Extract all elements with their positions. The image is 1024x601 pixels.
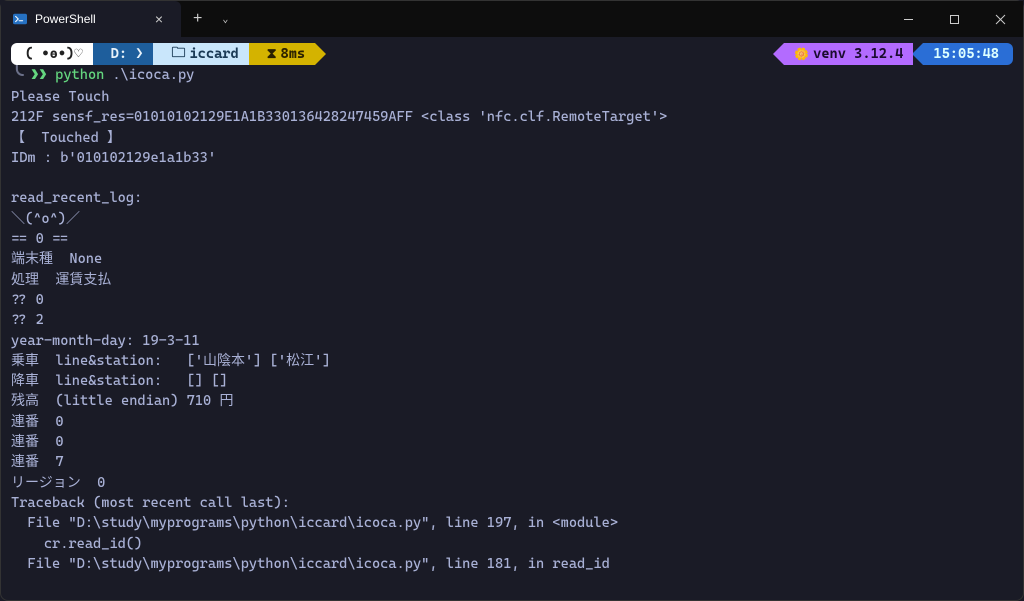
hourglass-icon: ⧗ [267, 46, 277, 62]
python-icon: 🌼 [794, 47, 809, 61]
tab-title: PowerShell [35, 12, 141, 26]
drive-label: D: [111, 46, 127, 62]
maximize-button[interactable] [931, 1, 977, 37]
titlebar: PowerShell × + ⌄ [1, 1, 1023, 37]
window-controls [885, 1, 1023, 37]
prompt-right: 🌼 venv 3.12.4 15:05:48 [773, 43, 1013, 65]
tab-powershell[interactable]: PowerShell × [1, 1, 181, 37]
prompt-line: ( •ө•)♡ D: ❭ 🗀 iccard ⧗ 8ms 🌼 venv 3.12.… [11, 43, 1013, 65]
prompt-chevrons-icon: ❯❯ [31, 67, 47, 83]
segment-divider-icon [773, 43, 784, 65]
command-binary: python [55, 67, 104, 83]
folder-name: iccard [189, 46, 238, 62]
prompt-continuation-icon: ╰ [11, 68, 23, 82]
tabs-area: PowerShell × + ⌄ [1, 1, 236, 37]
tab-dropdown-button[interactable]: ⌄ [214, 14, 236, 25]
segment-divider-icon [912, 43, 923, 65]
timing-value: 8ms [281, 46, 306, 62]
prompt-venv-segment: 🌼 venv 3.12.4 [784, 43, 913, 65]
venv-label: venv 3.12.4 [813, 46, 903, 62]
command-line: ╰ ❯❯ python .\icoca.py [11, 67, 1013, 83]
folder-icon: 🗀 [171, 42, 185, 66]
prompt-folder-segment: 🗀 iccard [153, 43, 248, 65]
powershell-icon [13, 12, 27, 26]
clock-value: 15:05:48 [933, 46, 999, 62]
terminal-body[interactable]: ( •ө•)♡ D: ❭ 🗀 iccard ⧗ 8ms 🌼 venv 3.12.… [1, 37, 1023, 574]
command-argument: .\icoca.py [112, 67, 194, 83]
prompt-drive-segment: D: ❭ [93, 43, 154, 65]
minimize-button[interactable] [885, 1, 931, 37]
drive-separator-icon: ❭ [135, 46, 143, 62]
segment-divider-icon [315, 43, 326, 65]
new-tab-button[interactable]: + [181, 10, 214, 28]
prompt-clock-segment: 15:05:48 [923, 43, 1013, 65]
terminal-output: Please Touch 212F sensf_res=01010102129E… [11, 87, 1013, 574]
prompt-timing-segment: ⧗ 8ms [249, 43, 315, 65]
prompt-face-segment: ( •ө•)♡ [11, 43, 93, 65]
tab-close-button[interactable]: × [149, 9, 169, 29]
close-button[interactable] [977, 1, 1023, 37]
